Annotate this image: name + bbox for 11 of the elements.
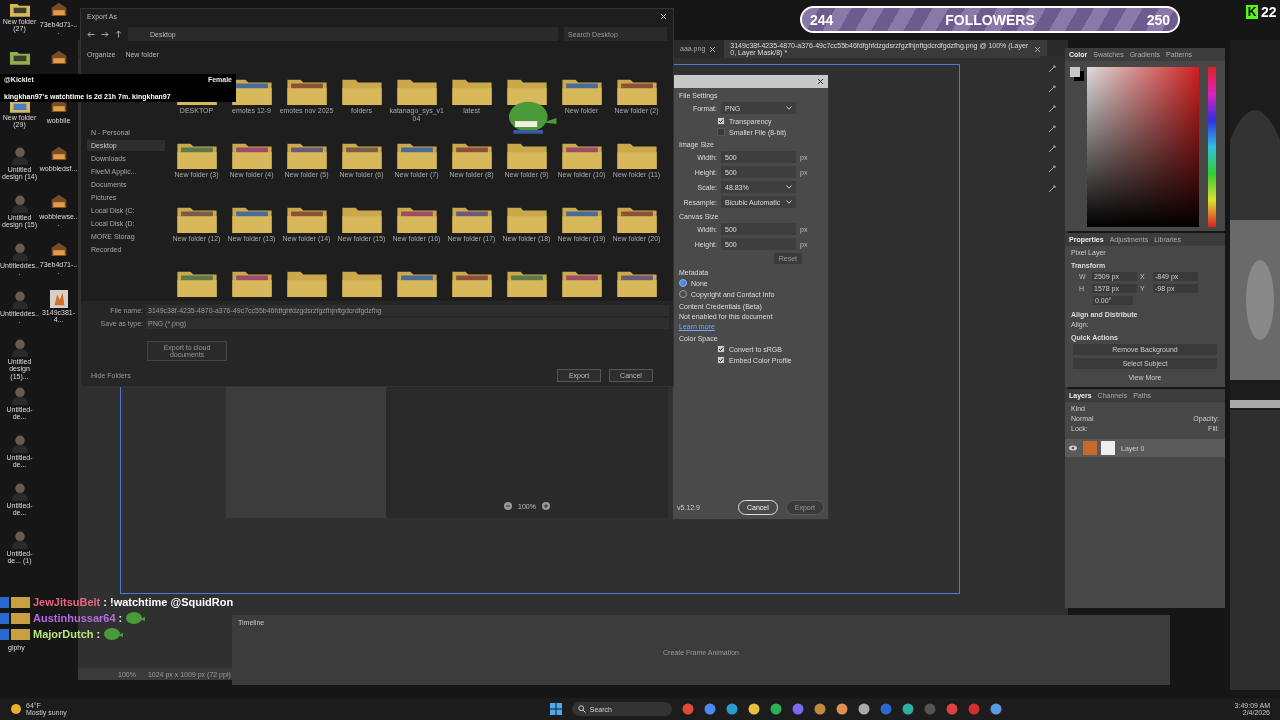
goal-title: FOLLOWERS — [945, 11, 1035, 28]
chat-username: Austinhussar64 — [33, 612, 116, 624]
chat-username: JewJitsuBelt — [33, 596, 101, 608]
chat-message: : !watchtime @SquidRon — [103, 596, 234, 608]
follower-goal: 250 — [1146, 11, 1170, 28]
chat-username: MajorDutch — [33, 628, 94, 640]
chat-message: : — [96, 628, 101, 640]
chat-message: : — [118, 612, 123, 624]
logo: K — [1246, 5, 1258, 19]
follower-count: 244 — [810, 11, 834, 28]
viewer-count: 22 — [1261, 4, 1277, 20]
